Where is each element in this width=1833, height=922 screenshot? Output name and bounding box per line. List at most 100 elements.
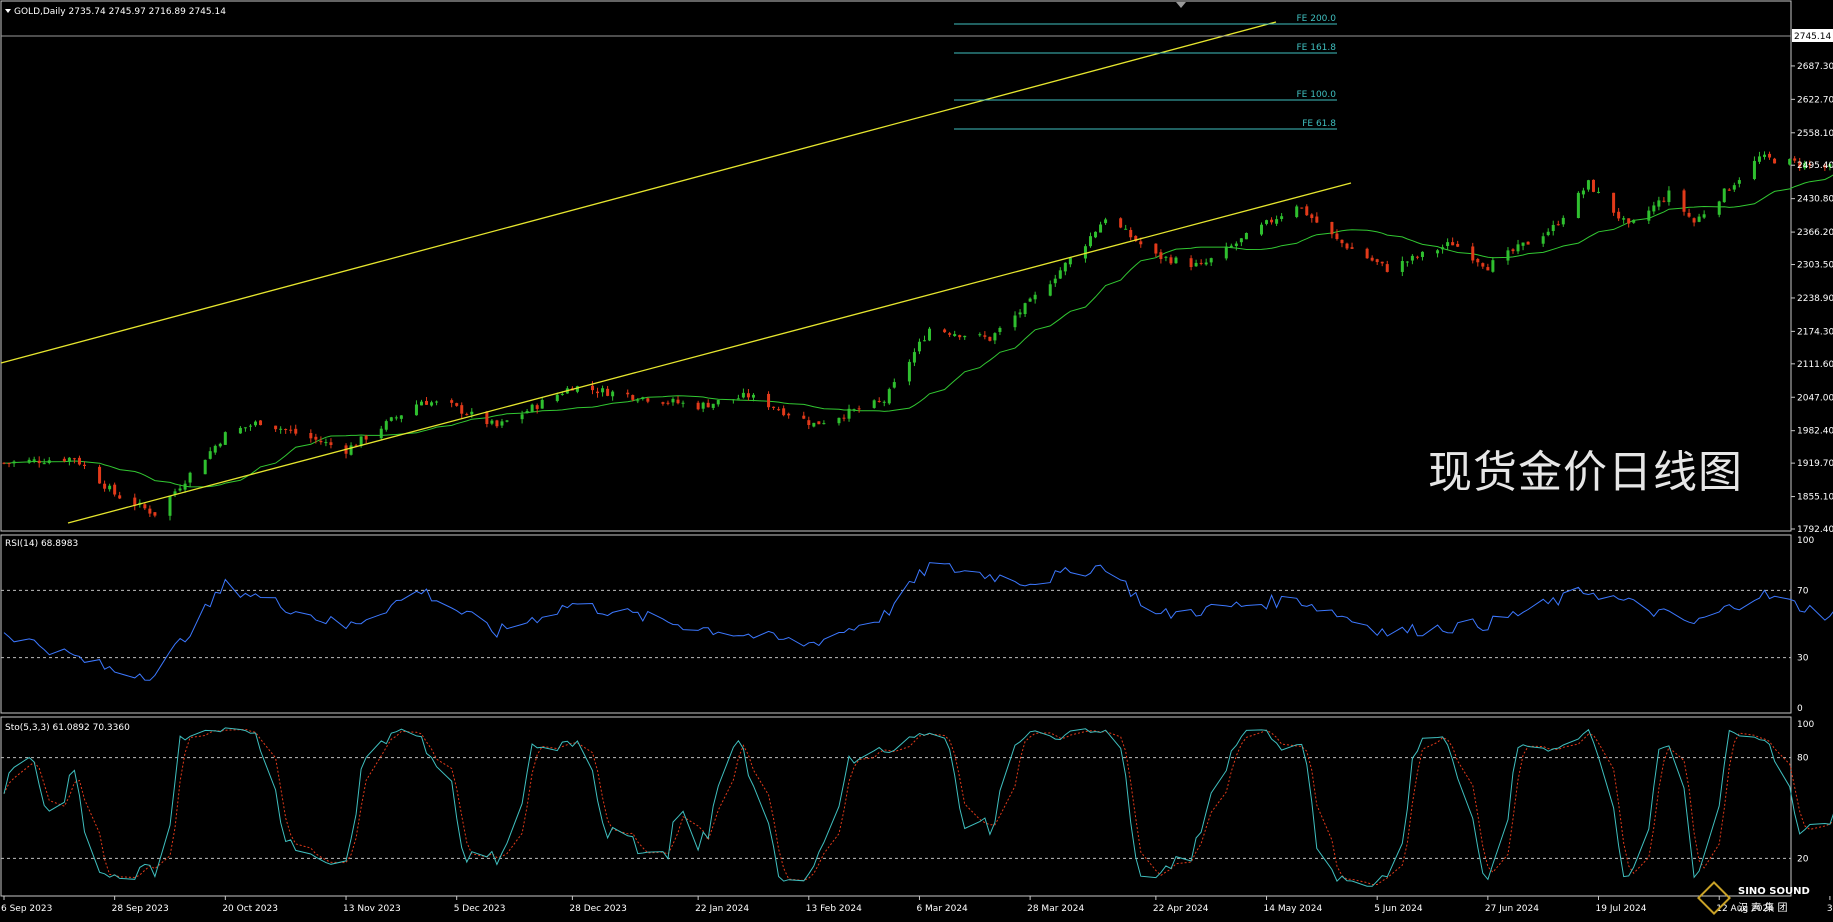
candle-body	[1260, 225, 1263, 235]
candle-body	[1476, 259, 1479, 262]
candle-body	[576, 386, 579, 392]
rsi-y-tick-label: 70	[1797, 586, 1809, 596]
candle-body	[1773, 159, 1776, 164]
candle-body	[485, 412, 488, 424]
candle-body	[923, 340, 926, 341]
sto-y-tick-label: 20	[1797, 854, 1809, 864]
candle-body	[435, 402, 438, 403]
chart-watermark-title: 现货金价日线图	[1428, 436, 1743, 500]
candle-body	[853, 409, 856, 410]
logo-line-2: 汉 声 集 团	[1738, 899, 1788, 914]
candle-body	[390, 417, 393, 421]
candle-body	[400, 415, 403, 418]
candle-body	[1245, 233, 1248, 239]
candle-body	[1124, 229, 1127, 230]
candle-body	[1421, 252, 1424, 257]
candle-body	[536, 405, 539, 409]
candle-body	[631, 395, 634, 400]
candle-body	[1592, 180, 1595, 192]
rsi-y-tick-label: 30	[1797, 654, 1809, 664]
candle-body	[1305, 206, 1308, 215]
candle-body	[1693, 218, 1696, 222]
candle-body	[3, 463, 6, 464]
candle-body	[118, 495, 121, 498]
rsi-y-axis: 10070300	[1797, 536, 1814, 714]
candle-body	[1210, 258, 1213, 262]
symbol-menu-icon[interactable]	[5, 9, 11, 13]
candle-body	[953, 334, 956, 336]
candle-body	[1280, 216, 1283, 219]
candle-body	[1793, 158, 1796, 160]
x-tick-label: 13 Feb 2024	[806, 904, 862, 914]
y-tick-label: 1982.40	[1797, 427, 1833, 437]
candle-body	[78, 458, 81, 465]
candle-body	[204, 460, 207, 474]
candle-body	[1054, 279, 1057, 284]
candle-body	[98, 467, 101, 484]
candle-body	[309, 433, 312, 438]
candle-body	[1718, 201, 1721, 214]
y-tick-label: 2495.40	[1797, 161, 1833, 171]
x-axis: 6 Sep 202328 Sep 202320 Oct 202313 Nov 2…	[1, 896, 1833, 914]
candle-body	[596, 392, 599, 393]
logo-line-1: SINO SOUND	[1738, 886, 1810, 897]
main-panel-header: GOLD,Daily 2735.74 2745.97 2716.89 2745.…	[14, 7, 226, 17]
candle-body	[490, 421, 493, 424]
candle-body	[541, 400, 544, 409]
candle-body	[1014, 316, 1017, 328]
x-tick-label: 6 Sep 2023	[1, 904, 52, 914]
candle-body	[8, 463, 11, 464]
candle-body	[1401, 261, 1404, 272]
shift-marker-icon[interactable]	[1176, 2, 1186, 8]
candle-body	[314, 437, 317, 440]
candle-body	[641, 397, 644, 399]
channel-upper-line	[1, 22, 1276, 363]
fib-level-label: FE 100.0	[1297, 90, 1337, 100]
candle-body	[802, 416, 805, 419]
candle-body	[1275, 219, 1278, 224]
candle-body	[1617, 212, 1620, 219]
sto-y-tick-label: 80	[1797, 754, 1809, 764]
candle-body	[33, 459, 36, 461]
candle-body	[1542, 236, 1545, 243]
candle-body	[717, 400, 720, 404]
candle-body	[13, 461, 16, 463]
candle-body	[1024, 303, 1027, 314]
candle-body	[249, 426, 252, 427]
x-tick-label: 28 Sep 2023	[112, 904, 169, 914]
candle-body	[506, 420, 509, 421]
candle-body	[28, 460, 31, 463]
candle-body	[1346, 244, 1349, 249]
candle-body	[1089, 236, 1092, 246]
candle-body	[767, 394, 770, 407]
candle-body	[611, 392, 614, 397]
candle-body	[1381, 262, 1384, 264]
rsi-panel-header: RSI(14) 68.8983	[5, 539, 78, 549]
candle-body	[1486, 267, 1489, 270]
candle-body	[1154, 244, 1157, 254]
y-tick-label: 2174.30	[1797, 327, 1833, 337]
rsi-series	[1, 563, 1833, 681]
candle-body	[470, 412, 473, 415]
candle-body	[319, 441, 322, 442]
candle-body	[752, 395, 755, 398]
candle-body	[1582, 191, 1585, 195]
candle-body	[1577, 193, 1580, 218]
candle-body	[239, 428, 242, 433]
candle-body	[1733, 185, 1736, 189]
candle-body	[1315, 217, 1318, 223]
candle-body	[1562, 218, 1565, 224]
candle-body	[1059, 270, 1062, 278]
candle-body	[430, 402, 433, 405]
x-tick-label: 27 Jun 2024	[1485, 904, 1539, 914]
candle-body	[1376, 259, 1379, 262]
candle-body	[108, 486, 111, 490]
candle-body	[1446, 242, 1449, 246]
candle-body	[365, 436, 368, 440]
candle-body	[782, 408, 785, 415]
candle-body	[1159, 252, 1162, 259]
candle-body	[666, 403, 669, 404]
candle-body	[1225, 246, 1228, 258]
candle-body	[1622, 218, 1625, 219]
y-tick-label: 2430.80	[1797, 195, 1833, 205]
